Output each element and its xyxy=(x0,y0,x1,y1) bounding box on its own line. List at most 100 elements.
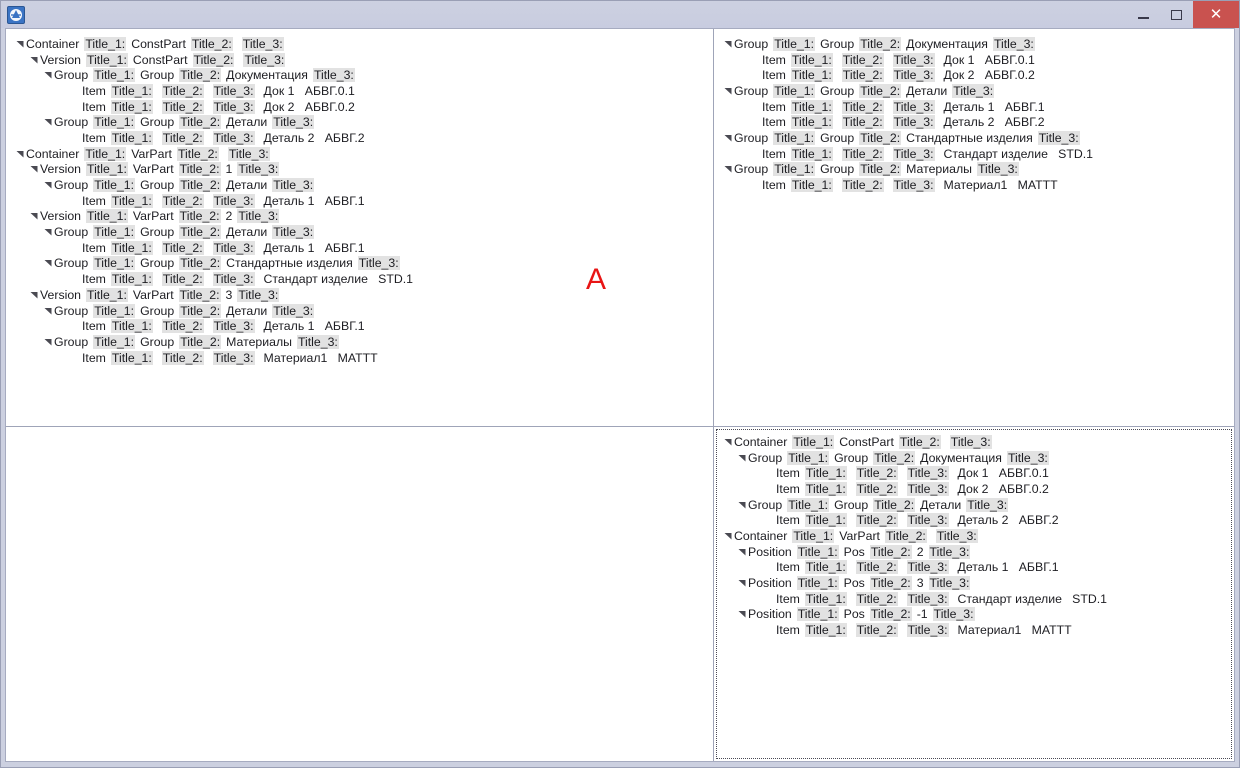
tree-row[interactable]: Container Title_1: VarPart Title_2: Title_3: xyxy=(6,146,713,162)
title1-label: Title_1: xyxy=(110,272,153,287)
tree-row[interactable]: Item Title_1: Title_2: Title_3: Деталь 2 АБВ… xyxy=(6,130,713,146)
expander-triangle-icon[interactable] xyxy=(42,338,54,346)
expander-triangle-icon[interactable] xyxy=(42,181,54,189)
expander-triangle-icon[interactable] xyxy=(28,212,40,220)
tree-row[interactable]: Container Title_1: ConstPart Title_2: Title_… xyxy=(6,36,713,52)
tree-row[interactable]: Item Title_1: Title_2: Title_3: Стандарт изд… xyxy=(6,271,713,287)
tree-row[interactable]: Item Title_1: Title_2: Title_3: Деталь 2 АБВ… xyxy=(714,114,1234,130)
tree-row[interactable]: Position Title_1: Pos Title_2: 3 Title_3: xyxy=(714,575,1234,591)
expander-triangle-icon[interactable] xyxy=(28,56,40,64)
expander-triangle-icon[interactable] xyxy=(14,40,26,48)
title3-label: Title_3: xyxy=(272,225,315,240)
tree-view-a[interactable]: Container Title_1: ConstPart Title_2: Title_… xyxy=(6,29,713,365)
tree-row[interactable]: Item Title_1: Title_2: Title_3: Док 1 АБВГ.0… xyxy=(714,465,1234,481)
node-type-label: Container xyxy=(26,146,80,161)
tree-row[interactable]: Group Title_1: Group Title_2: Детали Title_3: xyxy=(714,83,1234,99)
tree-row[interactable]: Item Title_1: Title_2: Title_3: Док 2 АБВГ.0… xyxy=(714,67,1234,83)
tree-row[interactable]: Group Title_1: Group Title_2: Стандартные из… xyxy=(714,130,1234,146)
panel-a[interactable]: Container Title_1: ConstPart Title_2: Title_… xyxy=(6,29,714,427)
title1-label: Title_1: xyxy=(93,68,136,83)
expander-triangle-icon[interactable] xyxy=(736,610,748,618)
tree-row[interactable]: Item Title_1: Title_2: Title_3: Деталь 1 АБВ… xyxy=(6,193,713,209)
tree-row[interactable]: Version Title_1: ConstPart Title_2: Title_3: xyxy=(6,52,713,68)
panel-b[interactable]: Group Title_1: Group Title_2: Документация Ti… xyxy=(714,29,1234,427)
tree-row[interactable]: Item Title_1: Title_2: Title_3: Деталь 1 АБВ… xyxy=(6,240,713,256)
node-type-label: Version xyxy=(40,162,82,177)
title1-label: Title_1: xyxy=(86,287,128,302)
expander-triangle-icon[interactable] xyxy=(28,291,40,299)
expander-triangle-icon[interactable] xyxy=(736,501,748,509)
title1-label: Title_1: xyxy=(84,146,127,161)
title1-label: Title_1: xyxy=(792,434,835,449)
tree-row[interactable]: Container Title_1: ConstPart Title_2: Title_… xyxy=(714,434,1234,450)
tree-row[interactable]: Container Title_1: VarPart Title_2: Title_3: xyxy=(714,528,1234,544)
tree-row[interactable]: Group Title_1: Group Title_2: Детали Title_3: xyxy=(6,224,713,240)
panel-g[interactable]: Container Title_1: ConstPart Title_2: Title_… xyxy=(714,427,1234,761)
title2-label: Title_2: xyxy=(859,36,902,51)
title1-label: Title_1: xyxy=(787,450,830,465)
expander-placeholder-icon xyxy=(750,71,762,79)
expander-triangle-icon[interactable] xyxy=(736,454,748,462)
node-type-label: Item xyxy=(82,350,106,365)
panel-v[interactable]: В xyxy=(6,427,714,761)
tree-row[interactable]: Position Title_1: Pos Title_2: -1 Title_3: xyxy=(714,607,1234,623)
expander-triangle-icon[interactable] xyxy=(28,165,40,173)
tree-row[interactable]: Version Title_1: VarPart Title_2: 1 Title_3: xyxy=(6,162,713,178)
expander-triangle-icon[interactable] xyxy=(42,71,54,79)
close-button[interactable]: ✕ xyxy=(1193,1,1239,28)
item-value: Док 1 АБВГ.0.1 xyxy=(943,52,1035,67)
tree-row[interactable]: Item Title_1: Title_2: Title_3: Материал1 МА… xyxy=(714,622,1234,638)
expander-triangle-icon[interactable] xyxy=(736,548,748,556)
tree-row[interactable]: Position Title_1: Pos Title_2: 2 Title_3: xyxy=(714,544,1234,560)
expander-triangle-icon[interactable] xyxy=(42,228,54,236)
minimize-button[interactable] xyxy=(1127,1,1160,28)
tree-row[interactable]: Group Title_1: Group Title_2: Детали Title_3: xyxy=(6,303,713,319)
expander-triangle-icon[interactable] xyxy=(42,118,54,126)
maximize-button[interactable] xyxy=(1160,1,1193,28)
expander-triangle-icon[interactable] xyxy=(722,532,734,540)
tree-row[interactable]: Group Title_1: Group Title_2: Стандартные из… xyxy=(6,256,713,272)
tree-row[interactable]: Item Title_1: Title_2: Title_3: Док 1 АБВГ.0… xyxy=(6,83,713,99)
tree-row[interactable]: Item Title_1: Title_2: Title_3: Материал1 МА… xyxy=(714,177,1234,193)
expander-triangle-icon[interactable] xyxy=(736,579,748,587)
title1-value: Group xyxy=(820,83,855,98)
tree-row[interactable]: Group Title_1: Group Title_2: Документация Ti… xyxy=(6,67,713,83)
tree-row[interactable]: Item Title_1: Title_2: Title_3: Док 1 АБВГ.0… xyxy=(714,52,1234,68)
expander-triangle-icon[interactable] xyxy=(42,307,54,315)
expander-triangle-icon[interactable] xyxy=(14,150,26,158)
expander-triangle-icon[interactable] xyxy=(42,259,54,267)
tree-row[interactable]: Group Title_1: Group Title_2: Материалы Title… xyxy=(6,334,713,350)
tree-row[interactable]: Item Title_1: Title_2: Title_3: Деталь 1 АБВ… xyxy=(714,560,1234,576)
node-type-label: Item xyxy=(82,83,106,98)
item-value: Док 1 АБВГ.0.1 xyxy=(957,466,1049,481)
tree-row[interactable]: Group Title_1: Group Title_2: Детали Title_3: xyxy=(6,177,713,193)
tree-view-g[interactable]: Container Title_1: ConstPart Title_2: Title_… xyxy=(714,427,1234,638)
tree-row[interactable]: Item Title_1: Title_2: Title_3: Док 2 АБВГ.0… xyxy=(6,99,713,115)
expander-triangle-icon[interactable] xyxy=(722,165,734,173)
tree-row[interactable]: Item Title_1: Title_2: Title_3: Деталь 1 АБВ… xyxy=(714,99,1234,115)
tree-row[interactable]: Group Title_1: Group Title_2: Материалы Title… xyxy=(714,162,1234,178)
title3-label: Title_3: xyxy=(272,303,315,318)
tree-row[interactable]: Group Title_1: Group Title_2: Документация Ti… xyxy=(714,450,1234,466)
tree-view-v[interactable] xyxy=(6,427,713,434)
tree-view-b[interactable]: Group Title_1: Group Title_2: Документация Ti… xyxy=(714,29,1234,193)
tree-row[interactable]: Item Title_1: Title_2: Title_3: Стандарт изд… xyxy=(714,146,1234,162)
tree-row[interactable]: Item Title_1: Title_2: Title_3: Деталь 1 АБВ… xyxy=(6,318,713,334)
node-type-label: Item xyxy=(762,68,786,83)
tree-row-body: Group Title_1: Group Title_2: Детали Title_3: xyxy=(748,497,1009,512)
tree-row[interactable]: Version Title_1: VarPart Title_2: 2 Title_3: xyxy=(6,209,713,225)
expander-triangle-icon[interactable] xyxy=(722,87,734,95)
tree-row[interactable]: Item Title_1: Title_2: Title_3: Стандарт изд… xyxy=(714,591,1234,607)
tree-row[interactable]: Item Title_1: Title_2: Title_3: Деталь 2 АБВ… xyxy=(714,512,1234,528)
tree-row[interactable]: Group Title_1: Group Title_2: Детали Title_3: xyxy=(714,497,1234,513)
tree-row[interactable]: Version Title_1: VarPart Title_2: 3 Title_3: xyxy=(6,287,713,303)
title1-value: Group xyxy=(820,162,855,177)
tree-row[interactable]: Item Title_1: Title_2: Title_3: Материал1 МА… xyxy=(6,350,713,366)
expander-triangle-icon[interactable] xyxy=(722,134,734,142)
title1-label: Title_1: xyxy=(84,36,127,51)
tree-row[interactable]: Group Title_1: Group Title_2: Детали Title_3: xyxy=(6,114,713,130)
tree-row[interactable]: Item Title_1: Title_2: Title_3: Док 2 АБВГ.0… xyxy=(714,481,1234,497)
tree-row[interactable]: Group Title_1: Group Title_2: Документация Ti… xyxy=(714,36,1234,52)
expander-triangle-icon[interactable] xyxy=(722,40,734,48)
expander-triangle-icon[interactable] xyxy=(722,438,734,446)
